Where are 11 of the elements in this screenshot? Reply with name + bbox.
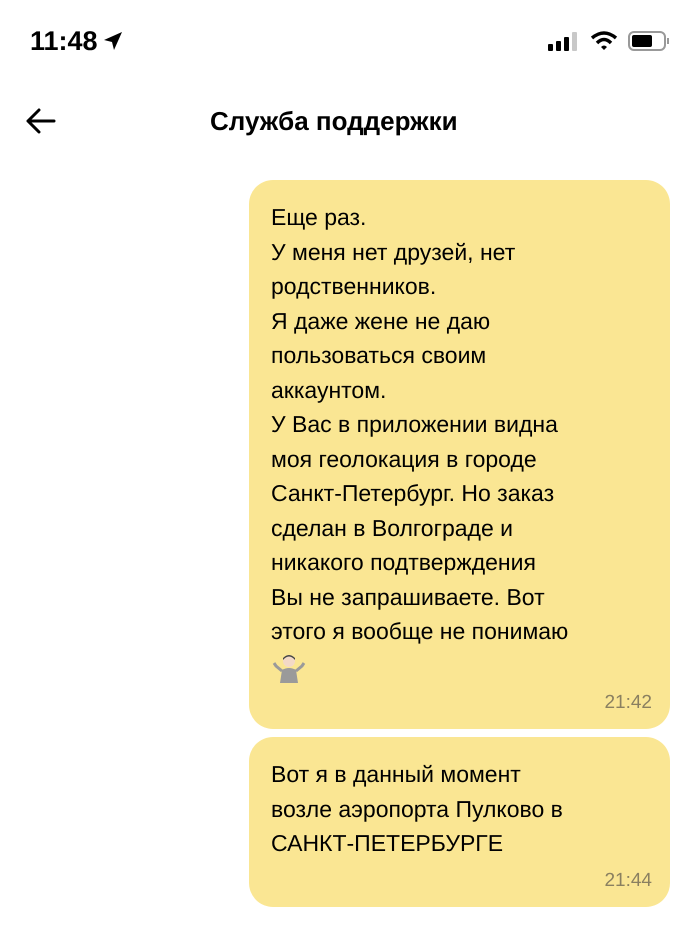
chat-title: Служба поддержки [210,104,458,138]
message-time: 21:42 [604,690,652,714]
shrugging-figure-icon [271,652,307,682]
message-time: 21:44 [604,868,652,892]
signal-icon [548,31,580,51]
wifi-icon [590,31,618,51]
battery-icon [628,30,670,52]
status-time: 11:48 [30,24,98,58]
location-arrow-icon [102,30,124,52]
message-text: Еще раз. У меня нет друзей, нет родственников. Я даже жене не даю пользоваться своим аккаунтом. У Вас в приложении видна моя геолокация в городе Санкт-Петербург. Но заказ сделан в Волгограде и никакого подтверждения Вы не запрашиваете. Вот этого я вообще не понимаю [271,203,570,646]
message-text: Вот я в данный момент возле аэропорта Пулково в САНКТ-ПЕТЕРБУРГЕ [271,760,564,858]
